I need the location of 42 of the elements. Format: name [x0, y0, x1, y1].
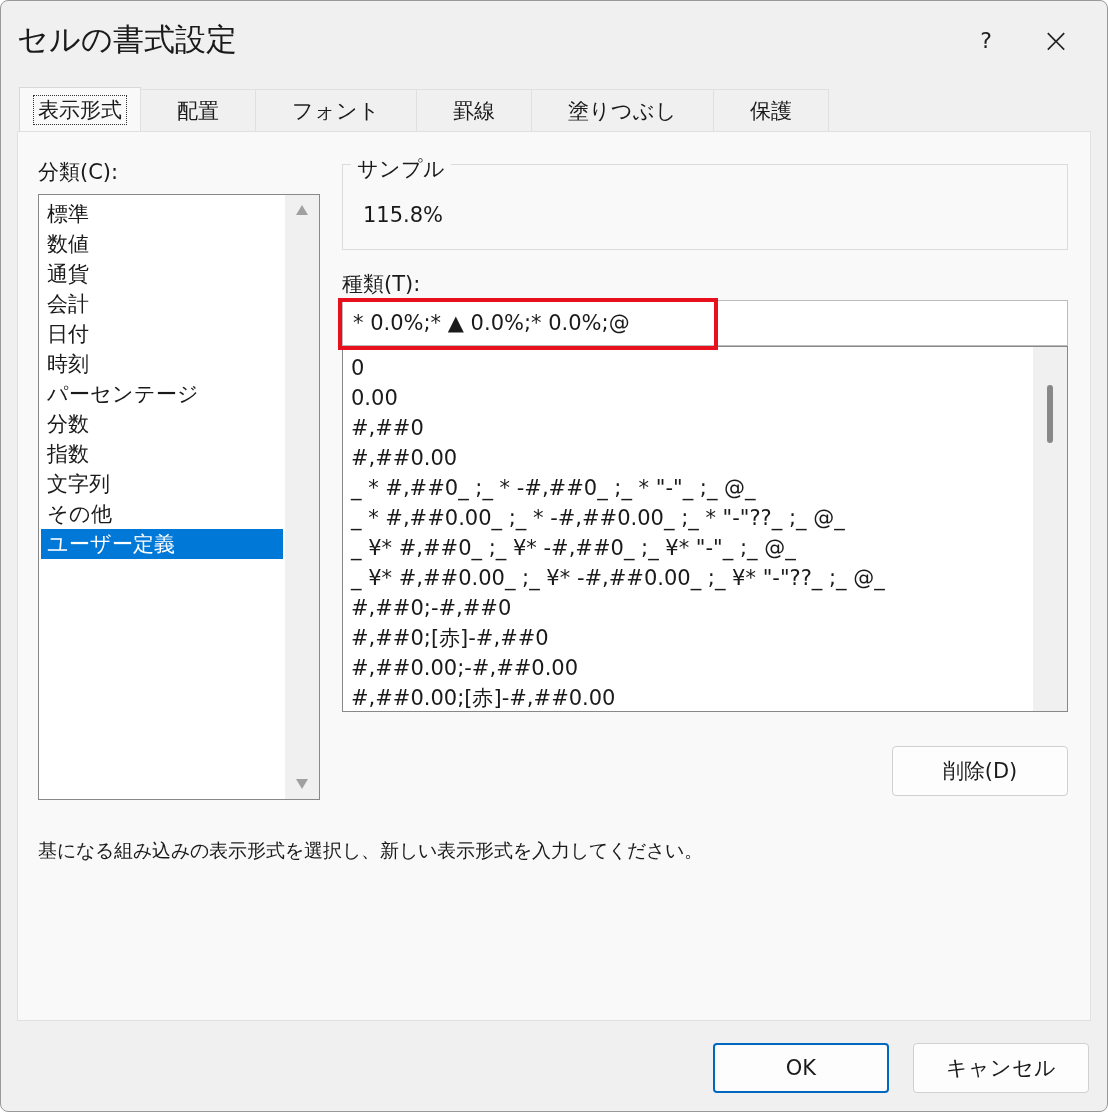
- category-item[interactable]: 指数: [41, 439, 283, 469]
- close-button[interactable]: ×: [1021, 15, 1091, 65]
- format-item[interactable]: #,##0.00: [343, 443, 1033, 473]
- format-item[interactable]: 0.00: [343, 383, 1033, 413]
- format-input[interactable]: * 0.0%;* ▲ 0.0%;* 0.0%;@: [342, 300, 1068, 346]
- category-item[interactable]: パーセンテージ: [41, 379, 283, 409]
- format-item[interactable]: #,##0;-#,##0: [343, 593, 1033, 623]
- type-label: 種類(T):: [342, 271, 422, 298]
- format-item[interactable]: #,##0;[赤]-#,##0: [343, 623, 1033, 653]
- scroll-up-icon[interactable]: [296, 205, 308, 215]
- format-item[interactable]: #,##0: [343, 413, 1033, 443]
- format-item[interactable]: #,##0.00;-#,##0.00: [343, 653, 1033, 683]
- category-item[interactable]: 分数: [41, 409, 283, 439]
- tab[interactable]: 配置: [140, 89, 256, 131]
- cancel-button[interactable]: キャンセル: [913, 1043, 1089, 1093]
- scrollbar[interactable]: [285, 195, 319, 799]
- category-item[interactable]: 時刻: [41, 349, 283, 379]
- category-item[interactable]: ユーザー定義: [41, 529, 283, 559]
- delete-button[interactable]: 削除(D): [892, 746, 1068, 796]
- dialog-title: セルの書式設定: [17, 20, 238, 59]
- category-item[interactable]: 通貨: [41, 259, 283, 289]
- category-item[interactable]: その他: [41, 499, 283, 529]
- category-item[interactable]: 会計: [41, 289, 283, 319]
- scrollbar[interactable]: [1033, 347, 1067, 711]
- category-item[interactable]: 標準: [41, 199, 283, 229]
- category-label: 分類(C):: [38, 159, 120, 186]
- format-item[interactable]: _ ¥* #,##0.00_ ;_ ¥* -#,##0.00_ ;_ ¥* "-"??_ ;_ @_: [343, 563, 1033, 593]
- format-item[interactable]: 0: [343, 353, 1033, 383]
- format-item[interactable]: _ * #,##0_ ;_ * -#,##0_ ;_ * "-"_ ;_ @_: [343, 473, 1033, 503]
- help-button[interactable]: ?: [951, 15, 1021, 65]
- category-item[interactable]: 数値: [41, 229, 283, 259]
- format-item[interactable]: #,##0.00;[赤]-#,##0.00: [343, 683, 1033, 711]
- sample-value: 115.8%: [363, 203, 444, 227]
- ok-button[interactable]: OK: [713, 1043, 889, 1093]
- scroll-down-icon[interactable]: [296, 779, 308, 789]
- tab[interactable]: 表示形式: [19, 87, 141, 131]
- description-text: 基になる組み込みの表示形式を選択し、新しい表示形式を入力してください。: [38, 838, 704, 863]
- category-item[interactable]: 日付: [41, 319, 283, 349]
- tab[interactable]: 保護: [713, 89, 829, 131]
- format-item[interactable]: _ ¥* #,##0_ ;_ ¥* -#,##0_ ;_ ¥* "-"_ ;_ @_: [343, 533, 1033, 563]
- format-item[interactable]: _ * #,##0.00_ ;_ * -#,##0.00_ ;_ * "-"??_ ;_ @_: [343, 503, 1033, 533]
- category-item[interactable]: 文字列: [41, 469, 283, 499]
